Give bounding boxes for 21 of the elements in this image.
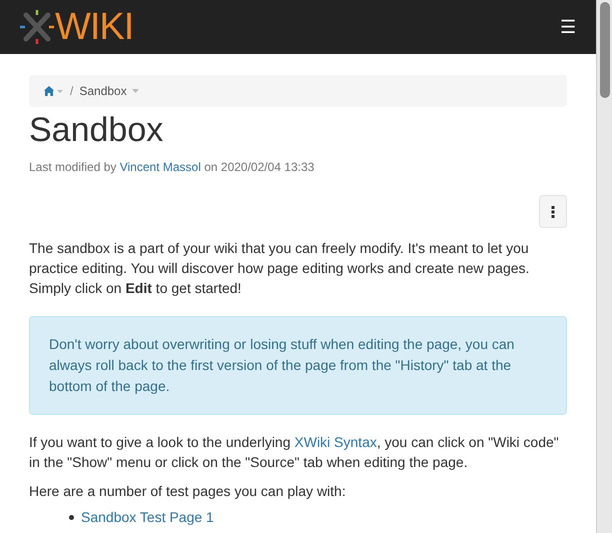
x-logo-icon	[20, 9, 54, 45]
syntax-paragraph: If you want to give a look to the underlying XWiki Syntax, you can click on "Wiki code" in the "Show" menu or click on the "Source" tab when editing the page.	[29, 433, 560, 472]
more-vertical-icon	[551, 206, 555, 218]
page-title: Sandbox	[29, 110, 164, 150]
author-link[interactable]: Vincent Massol	[120, 160, 201, 174]
intro-paragraph: The sandbox is a part of your wiki that you can freely modify. It's meant to let you practice editing. You will discover how page editing works and create new pages. Simply click on Edit to get started!	[29, 239, 530, 298]
list-intro-text: Here are a number of test pages you can play with:	[29, 482, 347, 501]
home-icon[interactable]	[44, 86, 64, 96]
info-message: Don't worry about overwriting or losing stuff when editing the page, you can always roll back to the first version of the page from the "History" tab at the bottom of the page.	[49, 335, 516, 396]
syntax-link[interactable]: XWiki Syntax	[294, 434, 377, 450]
scrollbar-thumb[interactable]	[600, 2, 610, 98]
last-modified-info: Last modified by Vincent Massol on 2020/02/04 13:33	[29, 159, 316, 176]
test-page-link[interactable]: Sandbox Test Page 1	[81, 507, 214, 527]
breadcrumb-separator: /	[70, 83, 74, 100]
bullet-icon	[69, 514, 74, 520]
more-actions-button[interactable]	[539, 195, 567, 228]
scrollbar[interactable]	[596, 0, 612, 533]
breadcrumb-link[interactable]: Sandbox	[79, 82, 127, 100]
menu-button[interactable]: ☰	[560, 18, 576, 36]
xwiki-logo[interactable]: WIKI	[20, 8, 134, 46]
caret-icon[interactable]	[132, 89, 139, 93]
